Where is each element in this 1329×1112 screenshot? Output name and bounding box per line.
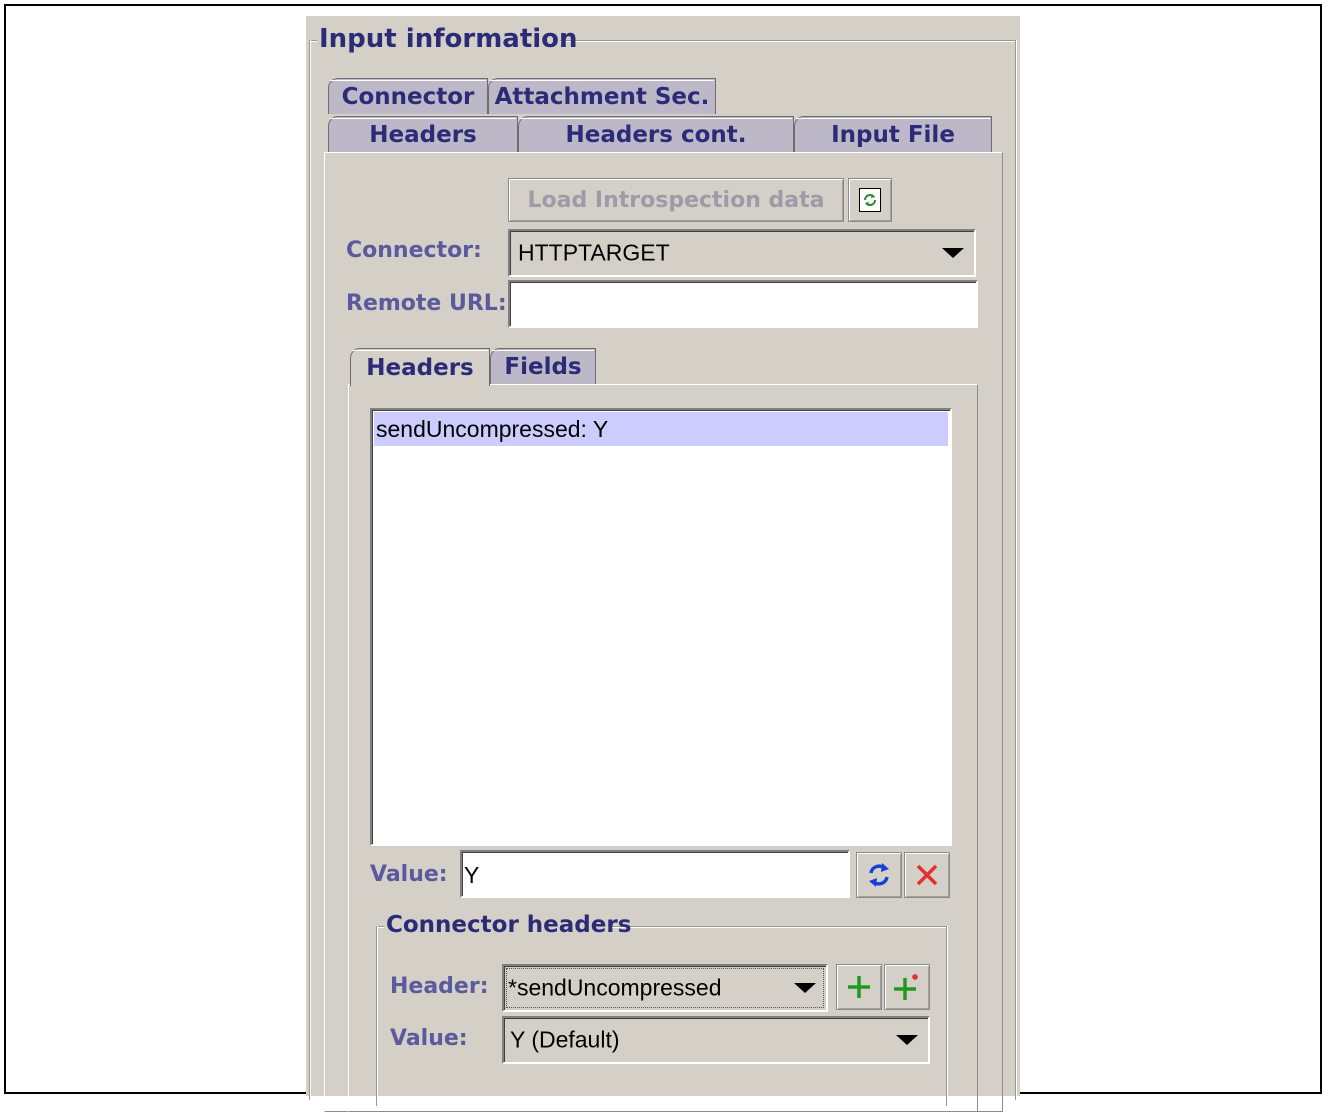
add-header-button[interactable] [836,964,882,1010]
refresh-icon [869,863,889,887]
group-border-right [1015,40,1017,1100]
inner-tab-fields[interactable]: Fields [490,348,596,384]
inner-tab-headers[interactable]: Headers [350,348,490,386]
connector-select-value: HTTPTARGET [518,239,670,266]
tab-headers-cont[interactable]: Headers cont. [518,116,794,152]
remote-url-label: Remote URL: [346,291,507,316]
tab-headers-cont-label: Headers cont. [565,121,747,148]
tab-connector-label: Connector [341,83,475,110]
connector-label: Connector: [346,238,482,263]
refresh-introspection-button[interactable] [848,178,892,222]
connector-headers-border-left [376,926,378,1106]
connector-value-label: Value: [390,1026,468,1051]
tab-attachment-sec[interactable]: Attachment Sec. [488,78,716,114]
inner-tab-fields-label: Fields [504,353,582,380]
tab-headers[interactable]: Headers [328,116,518,152]
inner-tab-headers-label: Headers [366,354,474,381]
header-select[interactable]: *sendUncompressed [502,964,828,1012]
connector-select[interactable]: HTTPTARGET [508,229,976,277]
header-label: Header: [390,974,489,999]
value-input-text: Y [464,862,480,888]
group-border-top-right [560,40,1017,42]
headers-list[interactable]: sendUncompressed: Y [370,408,952,846]
value-input[interactable]: Y [460,850,850,898]
group-title: Input information [319,24,578,54]
tab-input-file[interactable]: Input File [794,116,992,152]
remote-url-input[interactable] [508,280,978,328]
list-item-text: sendUncompressed: Y [376,416,609,442]
delete-value-button[interactable] [904,852,950,898]
add-required-header-button[interactable] [884,964,930,1010]
connector-headers-border-right-top [608,926,948,928]
update-value-button[interactable] [856,852,902,898]
plus-required-icon [894,974,918,1000]
tab-headers-label: Headers [369,121,477,148]
connector-value-select[interactable]: Y (Default) [502,1016,930,1064]
group-border-left [309,40,311,1100]
connector-headers-title: Connector headers [386,912,632,938]
tab-attachment-sec-label: Attachment Sec. [494,83,710,110]
plus-icon [848,976,870,998]
input-information-panel: Input information Connector Attachment S… [306,16,1020,1112]
chevron-down-icon [794,983,816,993]
list-item[interactable]: sendUncompressed: Y [374,412,948,446]
load-introspection-button[interactable]: Load Introspection data [508,178,844,222]
refresh-icon [859,188,881,212]
chevron-down-icon [896,1035,918,1045]
value-label: Value: [370,862,448,887]
connector-value-select-value: Y (Default) [510,1026,620,1053]
header-select-value: *sendUncompressed [508,974,722,1001]
tab-input-file-label: Input File [831,121,955,148]
close-icon [916,864,938,886]
load-introspection-label: Load Introspection data [527,187,825,213]
tab-connector[interactable]: Connector [328,78,488,114]
connector-headers-border-right [946,926,948,1106]
chevron-down-icon [942,248,964,258]
